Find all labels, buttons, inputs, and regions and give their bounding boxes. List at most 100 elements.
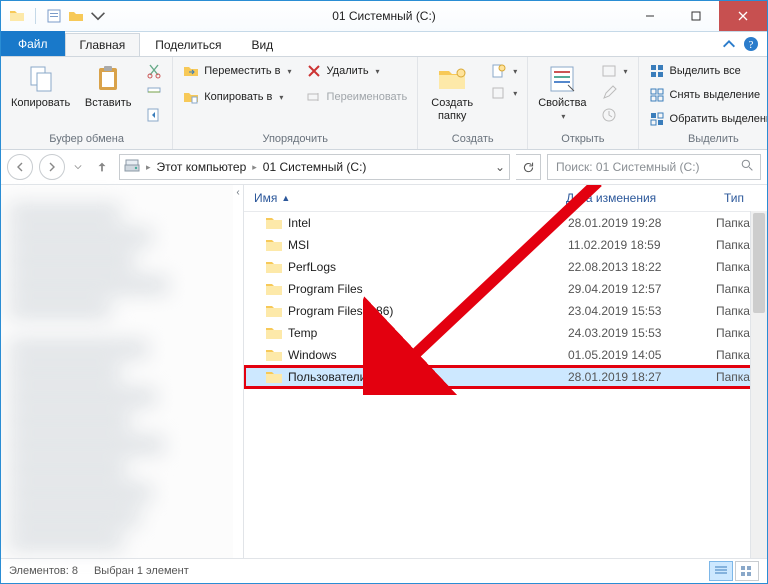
chevron-right-icon[interactable]: ▸ [146, 162, 151, 173]
details-view-button[interactable] [709, 561, 733, 581]
tab-home[interactable]: Главная [65, 33, 141, 56]
address-bar[interactable]: ▸ Этот компьютер ▸ 01 Системный (C:) ⌄ [119, 154, 510, 180]
file-name: Пользователи [288, 370, 366, 384]
file-date: 24.03.2019 15:53 [558, 326, 706, 340]
search-box[interactable] [547, 154, 761, 180]
copy-button[interactable]: Копировать [7, 61, 74, 112]
qat-dropdown-icon[interactable] [90, 8, 106, 24]
column-name[interactable]: Имя▲ [244, 191, 556, 205]
status-selected: Выбран 1 элемент [94, 565, 189, 577]
table-row[interactable]: Пользователи28.01.2019 18:27Папка с ф [244, 366, 767, 388]
file-name: PerfLogs [288, 260, 336, 274]
vertical-scrollbar[interactable] [750, 211, 767, 558]
folder-icon [266, 326, 282, 340]
drive-icon [124, 158, 140, 177]
file-date: 01.05.2019 14:05 [558, 348, 706, 362]
group-clipboard: Копировать Вставить Буфер обмена [1, 57, 173, 149]
tab-share[interactable]: Поделиться [140, 33, 236, 56]
ribbon: Копировать Вставить Буфер обмена Перемес… [1, 57, 767, 150]
folder-icon [266, 260, 282, 274]
column-type[interactable]: Тип [714, 191, 767, 205]
edit-button[interactable] [597, 83, 632, 103]
column-date[interactable]: Дата изменения [556, 191, 714, 205]
paste-button[interactable]: Вставить [80, 61, 136, 112]
table-row[interactable]: MSI11.02.2019 18:59Папка с ф [244, 234, 767, 256]
help-icon[interactable]: ? [743, 36, 759, 52]
folder-icon [266, 282, 282, 296]
file-date: 22.08.2013 18:22 [558, 260, 706, 274]
open-button[interactable]: ▾ [597, 61, 632, 81]
move-to-button[interactable]: Переместить в▾ [179, 61, 295, 81]
content-area: ‹ Имя▲ Дата изменения Тип Intel 28.01.201… [1, 185, 767, 558]
group-open: Свойства ▾ ▾ Открыть [528, 57, 638, 149]
copy-to-button[interactable]: Копировать в▾ [179, 87, 295, 107]
minimize-button[interactable] [627, 1, 673, 31]
new-folder-icon[interactable] [68, 8, 84, 24]
folder-icon [266, 216, 282, 230]
search-icon [741, 159, 754, 175]
close-button[interactable] [719, 1, 767, 31]
status-bar: Элементов: 8 Выбран 1 элемент [1, 558, 767, 583]
file-date: 28.01.2019 18:27 [558, 370, 706, 384]
file-list: Имя▲ Дата изменения Тип Intel 28.01.2019 … [243, 185, 767, 558]
breadcrumb-this-pc[interactable]: Этот компьютер [157, 160, 247, 174]
file-name: Windows [288, 348, 337, 362]
select-all-button[interactable]: Выделить все [645, 61, 768, 81]
refresh-button[interactable] [516, 154, 541, 180]
chevron-right-icon[interactable]: ▸ [252, 162, 257, 173]
tab-view[interactable]: Вид [236, 33, 288, 56]
ribbon-collapse-icon[interactable] [721, 36, 737, 52]
file-name: Temp [288, 326, 317, 340]
search-input[interactable] [554, 159, 735, 175]
folder-icon [266, 348, 282, 362]
select-none-button[interactable]: Снять выделение [645, 85, 768, 105]
file-name: Program Files (x86) [288, 304, 393, 318]
forward-button[interactable] [39, 154, 65, 180]
ribbon-tabs: Файл Главная Поделиться Вид ? [1, 32, 767, 57]
copy-path-button[interactable] [142, 83, 166, 103]
file-date: 28.01.2019 19:28 [558, 216, 706, 230]
table-row[interactable]: Program Files (x86)23.04.2019 15:53Папка… [244, 300, 767, 322]
recent-locations-button[interactable] [71, 155, 85, 179]
properties-button[interactable]: Свойства ▾ [534, 61, 590, 124]
folder-icon [266, 304, 282, 318]
up-button[interactable] [91, 156, 113, 178]
status-item-count: Элементов: 8 [9, 565, 78, 577]
rename-button[interactable]: Переименовать [302, 87, 412, 107]
sort-asc-icon: ▲ [281, 193, 290, 203]
scrollbar-thumb[interactable] [753, 213, 765, 313]
address-dropdown-icon[interactable]: ⌄ [495, 160, 505, 174]
delete-button[interactable]: Удалить▾ [302, 61, 412, 81]
titlebar: 01 Системный (C:) [1, 1, 767, 32]
tab-file[interactable]: Файл [1, 31, 65, 56]
icons-view-button[interactable] [735, 561, 759, 581]
file-date: 11.02.2019 18:59 [558, 238, 706, 252]
history-button[interactable] [597, 105, 632, 125]
group-create: Создать папку ▾ ▾ Создать [418, 57, 528, 149]
easy-access-button[interactable]: ▾ [486, 83, 521, 103]
file-name: Program Files [288, 282, 363, 296]
new-folder-button[interactable]: Создать папку [424, 61, 480, 124]
splitter[interactable]: ‹ [233, 185, 243, 558]
table-row[interactable]: Program Files29.04.2019 12:57Папка с ф [244, 278, 767, 300]
new-item-button[interactable]: ▾ [486, 61, 521, 81]
table-row[interactable]: Intel28.01.2019 19:28Папка с ф [244, 212, 767, 234]
paste-shortcut-button[interactable] [142, 105, 166, 125]
group-organize: Переместить в▾ Копировать в▾ Удалить▾ Пе… [173, 57, 418, 149]
window-controls [627, 1, 767, 31]
quick-access-toolbar [1, 8, 114, 24]
table-row[interactable]: Temp24.03.2019 15:53Папка с ф [244, 322, 767, 344]
table-row[interactable]: Windows01.05.2019 14:05Папка с ф [244, 344, 767, 366]
properties-icon[interactable] [46, 8, 62, 24]
maximize-button[interactable] [673, 1, 719, 31]
table-row[interactable]: PerfLogs22.08.2013 18:22Папка с ф [244, 256, 767, 278]
select-invert-button[interactable]: Обратить выделение [645, 109, 768, 129]
folder-icon [266, 238, 282, 252]
cut-button[interactable] [142, 61, 166, 81]
folder-icon [9, 8, 25, 24]
back-button[interactable] [7, 154, 33, 180]
file-name: MSI [288, 238, 309, 252]
navigation-pane[interactable] [1, 185, 233, 558]
breadcrumb-drive[interactable]: 01 Системный (C:) [263, 160, 367, 174]
file-name: Intel [288, 216, 311, 230]
